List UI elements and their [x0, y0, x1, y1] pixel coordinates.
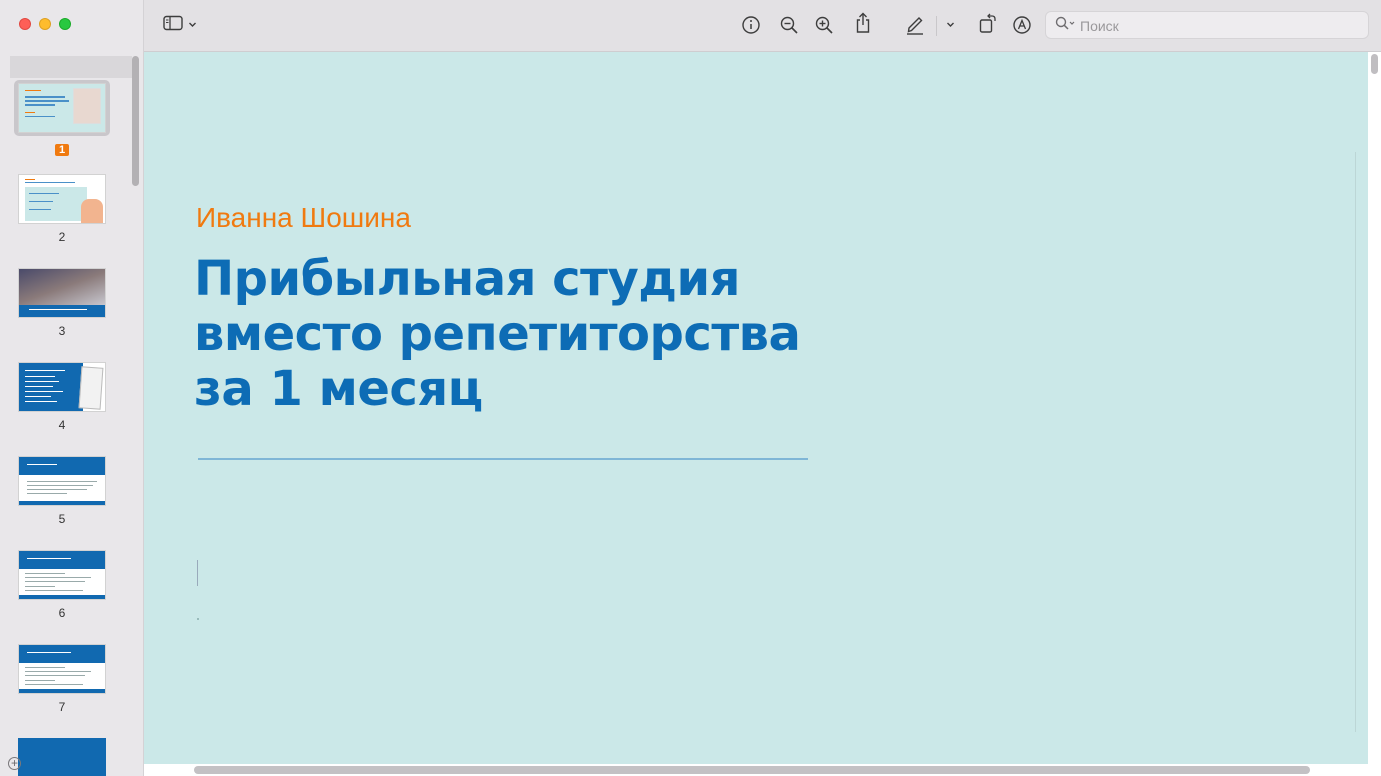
thumbnail-page-number: 4 — [58, 418, 66, 432]
annotate-icon[interactable] — [1012, 15, 1032, 41]
share-icon[interactable] — [854, 12, 872, 40]
page-thumbnail-4[interactable]: 4 — [14, 362, 110, 434]
toolbar-divider — [936, 16, 937, 36]
thumbnail-sidebar: 1 2 3 4 5 6 7 + — [0, 0, 144, 776]
slide-page-1: Иванна Шошина Прибыльная студия вместо р… — [144, 52, 1368, 764]
horizontal-scrollbar[interactable] — [194, 766, 1310, 774]
thumbnail-image — [18, 268, 106, 318]
chevron-down-icon[interactable] — [946, 16, 955, 38]
page-thumbnail-5[interactable]: 5 — [14, 456, 110, 528]
thumbnail-page-number: 3 — [58, 324, 66, 338]
page-thumbnail-1[interactable]: 1 — [14, 80, 110, 158]
text-cursor-mark — [197, 560, 198, 586]
zoom-in-icon[interactable] — [814, 15, 834, 41]
search-field[interactable] — [1045, 11, 1369, 39]
page-thumbnail-2[interactable]: 2 — [14, 174, 110, 246]
thumbnail-page-number: 2 — [58, 230, 66, 244]
slide-dot-mark — [197, 618, 199, 620]
thumbnail-image — [18, 362, 106, 412]
close-window-button[interactable] — [19, 18, 31, 30]
thumbnail-image — [18, 174, 106, 224]
document-view[interactable]: Иванна Шошина Прибыльная студия вместо р… — [144, 52, 1381, 776]
thumbnail-page-number: 1 — [54, 144, 70, 156]
vertical-scrollbar[interactable] — [1371, 54, 1378, 74]
headline-line-1: Прибыльная студия — [194, 251, 740, 307]
slide-edge-line — [1355, 152, 1356, 732]
maximize-window-button[interactable] — [59, 18, 71, 30]
chevron-down-icon[interactable] — [188, 16, 197, 38]
zoom-out-icon[interactable] — [779, 15, 799, 41]
sidebar-header-strip — [10, 56, 132, 78]
sidebar-scrollbar[interactable] — [132, 56, 139, 186]
search-icon — [1055, 16, 1077, 35]
info-icon[interactable] — [741, 15, 761, 41]
headline-line-3: за 1 месяц — [194, 361, 483, 417]
rotate-icon[interactable] — [978, 12, 998, 40]
search-input[interactable] — [1080, 16, 1360, 36]
page-thumbnail-7[interactable]: 7 — [14, 644, 110, 716]
sidebar-toggle-icon[interactable] — [163, 15, 183, 37]
headline-line-2: вместо репетиторства — [194, 306, 801, 362]
thumbnail-image — [18, 83, 106, 133]
thumbnail-image — [18, 550, 106, 600]
thumbnail-page-number: 5 — [58, 512, 66, 526]
slide-divider-line — [198, 458, 808, 460]
thumbnail-page-number: 7 — [58, 700, 66, 714]
window-controls — [19, 18, 71, 30]
thumbnail-page-number: 6 — [58, 606, 66, 620]
thumbnail-image — [18, 644, 106, 694]
page-thumbnail-3[interactable]: 3 — [14, 268, 110, 340]
add-page-button[interactable]: + — [8, 757, 21, 770]
page-thumbnail-partial[interactable] — [18, 738, 106, 776]
slide-headline: Прибыльная студия вместо репетиторства з… — [194, 252, 894, 417]
toolbar — [144, 0, 1381, 52]
page-thumbnail-6[interactable]: 6 — [14, 550, 110, 622]
minimize-window-button[interactable] — [39, 18, 51, 30]
slide-author: Иванна Шошина — [196, 202, 411, 233]
thumbnail-image — [18, 456, 106, 506]
markup-pen-icon[interactable] — [905, 13, 925, 41]
